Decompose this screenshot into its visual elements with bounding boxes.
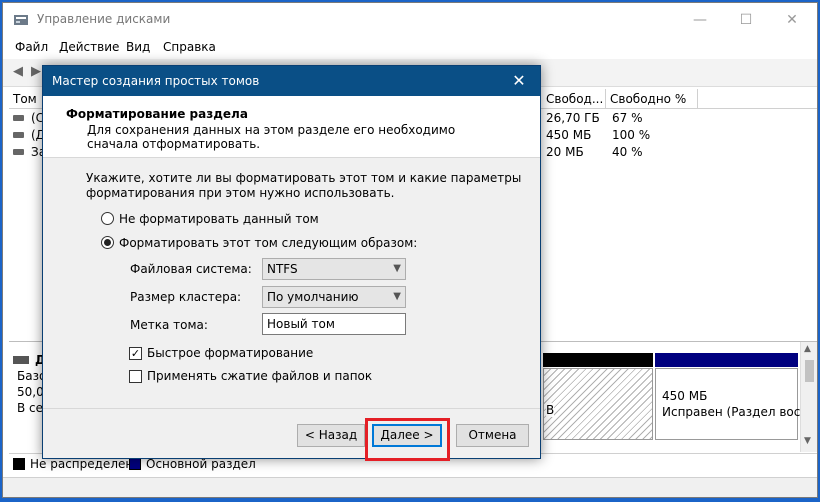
chevron-down-icon: ▼: [393, 291, 401, 302]
cluster-size-label: Размер кластера:: [130, 290, 242, 304]
partition-size: 450 МБ: [662, 389, 708, 403]
radio-no-format[interactable]: [101, 212, 114, 225]
cancel-button[interactable]: Отмена: [456, 424, 529, 447]
back-button[interactable]: < Назад: [297, 424, 365, 447]
primary-partition-bar: [655, 353, 798, 367]
recovery-partition[interactable]: 450 МБ Исправен (Раздел восс: [655, 368, 807, 440]
volume-free: 450 МБ: [546, 128, 592, 142]
app-title: Управление дисками: [37, 12, 171, 26]
file-system-label: Файловая система:: [130, 262, 252, 276]
dialog-title: Мастер создания простых томов: [52, 74, 260, 88]
menu-view[interactable]: Вид: [126, 40, 150, 54]
radio-no-format-label[interactable]: Не форматировать данный том: [119, 212, 319, 226]
volume-free-percent: 40 %: [612, 145, 643, 159]
compression-checkbox[interactable]: [129, 370, 142, 383]
dialog-close-icon[interactable]: ✕: [502, 68, 536, 94]
vertical-scrollbar[interactable]: ▲ ▼: [800, 342, 817, 452]
file-system-select[interactable]: NTFS ▼: [262, 258, 406, 280]
volume-label-value: Новый том: [267, 317, 335, 331]
partition-fragment-text: В: [546, 403, 555, 417]
back-arrow-icon[interactable]: ◀: [11, 65, 25, 79]
scroll-down-icon[interactable]: ▼: [804, 436, 811, 446]
menu-action[interactable]: Действие: [59, 40, 119, 54]
partition-status: Исправен (Раздел восс: [662, 405, 807, 419]
unallocated-bar: [543, 353, 653, 367]
volume-free: 26,70 ГБ: [546, 111, 600, 125]
file-system-value: NTFS: [267, 262, 298, 276]
scrollbar-thumb[interactable]: [805, 360, 814, 382]
cluster-size-value: По умолчанию: [267, 290, 359, 304]
wizard-header: Форматирование раздела Для сохранения да…: [43, 96, 540, 158]
volume-free: 20 МБ: [546, 145, 584, 159]
volume-free-percent: 100 %: [612, 128, 651, 142]
wizard-body: Укажите, хотите ли вы форматировать этот…: [43, 158, 540, 408]
chevron-down-icon: ▼: [393, 263, 401, 274]
column-header-free-percent[interactable]: Свободно %: [606, 89, 698, 109]
forward-arrow-icon[interactable]: ▶: [29, 65, 43, 79]
menu-file[interactable]: Файл: [15, 40, 48, 54]
quick-format-label[interactable]: Быстрое форматирование: [147, 346, 313, 360]
legend-unallocated-swatch: [13, 458, 25, 470]
close-button[interactable]: ✕: [769, 7, 815, 33]
volume-icon: [13, 115, 24, 121]
radio-format[interactable]: [101, 236, 114, 249]
volume-icon: [13, 132, 24, 138]
compression-label[interactable]: Применять сжатие файлов и папок: [147, 369, 372, 383]
wizard-step-title: Форматирование раздела: [66, 107, 248, 121]
app-titlebar: Управление дисками — ☐ ✕: [3, 3, 817, 35]
column-header-free[interactable]: Свобод...: [542, 89, 606, 109]
new-simple-volume-wizard: Мастер создания простых томов ✕ Форматир…: [42, 65, 541, 459]
legend-unallocated-label: Не распределена: [30, 457, 141, 471]
disk-management-icon: [14, 15, 28, 25]
volume-free-percent: 67 %: [612, 111, 643, 125]
volume-label-input[interactable]: Новый том: [262, 313, 406, 335]
status-bar: [3, 477, 817, 497]
quick-format-checkbox[interactable]: ✓: [129, 347, 142, 360]
format-instructions: Укажите, хотите ли вы форматировать этот…: [86, 171, 522, 200]
radio-format-label[interactable]: Форматировать этот том следующим образом…: [119, 236, 417, 250]
next-button-highlight: [365, 418, 450, 461]
minimize-button[interactable]: —: [677, 7, 723, 33]
legend-primary-label: Основной раздел: [146, 457, 256, 471]
wizard-footer: < Назад Далее > Отмена: [43, 408, 540, 459]
wizard-step-subtitle: Для сохранения данных на этом разделе ег…: [87, 123, 456, 151]
menu-bar: Файл Действие Вид Справка: [3, 35, 817, 59]
cluster-size-select[interactable]: По умолчанию ▼: [262, 286, 406, 308]
legend-primary-swatch: [129, 458, 141, 470]
volume-icon: [13, 149, 24, 155]
column-header-volume[interactable]: Том: [9, 89, 44, 109]
volume-label-label: Метка тома:: [130, 318, 208, 332]
disk-icon: [13, 356, 29, 364]
dialog-titlebar: Мастер создания простых томов ✕: [43, 66, 540, 96]
maximize-button[interactable]: ☐: [723, 7, 769, 33]
scroll-up-icon[interactable]: ▲: [804, 344, 811, 354]
unallocated-region[interactable]: В: [543, 368, 653, 440]
menu-help[interactable]: Справка: [163, 40, 216, 54]
